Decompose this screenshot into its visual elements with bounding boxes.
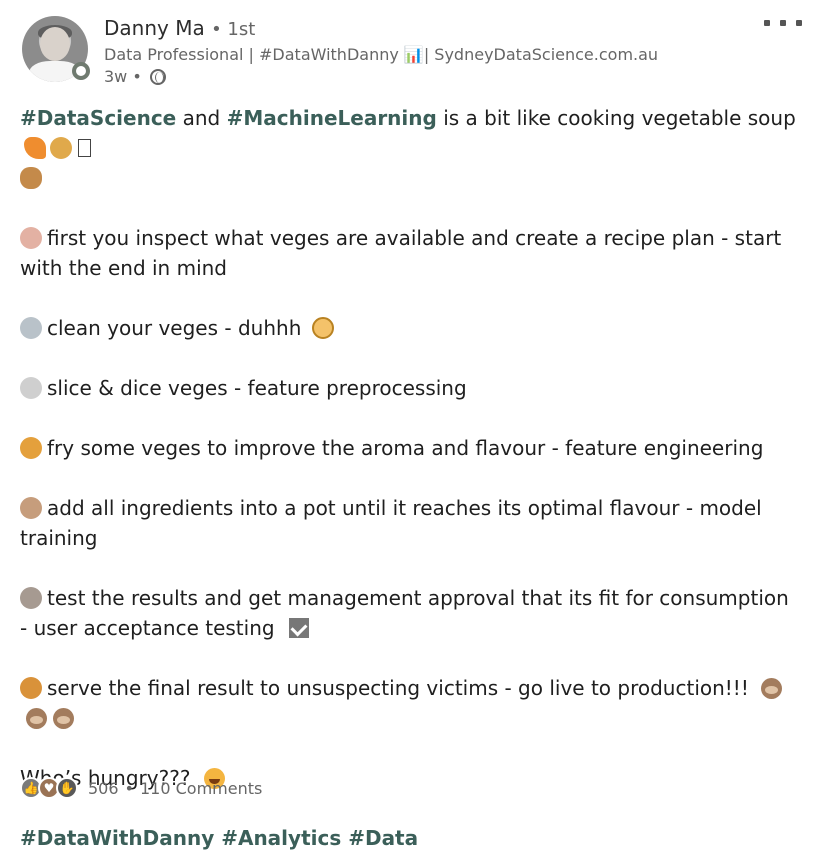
- post-body: #DataScience and #MachineLearning is a b…: [20, 103, 802, 853]
- clap-reaction-icon[interactable]: ✋: [56, 777, 78, 799]
- oil-icon: [20, 437, 42, 459]
- post-time: 3w: [104, 67, 128, 86]
- monkey-icon: [26, 708, 47, 729]
- detective-icon: [20, 227, 42, 249]
- footer-separator: •: [124, 778, 134, 798]
- missing-glyph-icon: [78, 139, 91, 157]
- author-name[interactable]: Danny Ma: [104, 16, 205, 40]
- intro-text-end: is a bit like cooking vegetable soup: [443, 106, 796, 130]
- check-box-icon: [288, 618, 309, 638]
- meta-separator: •: [132, 67, 142, 86]
- carrot-icon: [24, 137, 46, 159]
- corn-icon: [50, 137, 72, 159]
- rolling-eyes-icon: [311, 317, 334, 339]
- author-headline: Data Professional | #DataWithDanny 📊| Sy…: [104, 45, 659, 64]
- post-step-6: test the results and get management appr…: [20, 586, 789, 640]
- connection-degree: • 1st: [211, 19, 256, 40]
- post-step-1: first you inspect what veges are availab…: [20, 226, 782, 280]
- pot-icon: [20, 497, 42, 519]
- post-step-5: add all ingredients into a pot until it …: [20, 496, 762, 550]
- post-hashtags: #DataWithDanny #Analytics #Data: [20, 823, 802, 853]
- post-step-4: fry some veges to improve the aroma and …: [20, 433, 802, 463]
- intro-text: and: [182, 106, 221, 130]
- monkey-icon: [53, 708, 74, 729]
- potato-icon: [20, 167, 42, 189]
- avatar-face: [40, 27, 70, 61]
- online-status-icon: [72, 62, 90, 80]
- post-footer: 👍 ♥ ✋ 506 • 110 Comments: [20, 776, 262, 800]
- post-step-2: clean your veges - duhhh: [20, 313, 802, 343]
- hashtag-machinelearning[interactable]: #MachineLearning: [227, 106, 437, 130]
- knife-icon: [20, 377, 42, 399]
- sponge-icon: [20, 317, 42, 339]
- plate-icon: [20, 677, 42, 699]
- post-intro: #DataScience and #MachineLearning is a b…: [20, 103, 802, 193]
- more-options-icon[interactable]: [764, 16, 802, 30]
- post-step-3: slice & dice veges - feature preprocessi…: [20, 373, 802, 403]
- hashtag-datascience[interactable]: #DataScience: [20, 106, 176, 130]
- globe-icon: [149, 69, 166, 85]
- monkey-icon: [761, 678, 783, 699]
- post-step-7: serve the final result to unsuspecting v…: [20, 673, 802, 733]
- post-header: Danny Ma • 1st Data Professional | #Data…: [22, 14, 802, 86]
- author-name-row[interactable]: Danny Ma • 1st: [104, 16, 255, 40]
- hashtags[interactable]: #DataWithDanny #Analytics #Data: [20, 826, 418, 850]
- comments-link[interactable]: 110 Comments: [140, 779, 262, 798]
- chef-icon: [20, 587, 42, 609]
- reaction-count[interactable]: 506: [88, 779, 119, 798]
- post-meta: 3w •: [104, 67, 166, 86]
